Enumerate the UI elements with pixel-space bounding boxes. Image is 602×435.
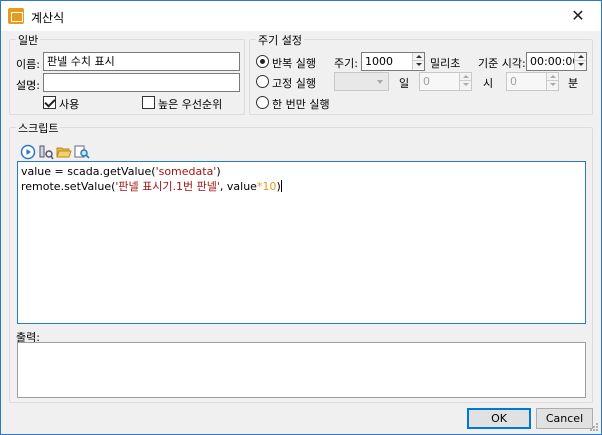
dialog-window: 계산식 ✕ 일반 이름: 판넬 수치 표시 설명: 사용 높은 우선순위 주기 …: [0, 0, 602, 435]
use-checkbox[interactable]: [43, 96, 56, 109]
text-cursor: [280, 180, 282, 192]
script-legend: 스크립트: [16, 120, 61, 136]
hour-unit-label: 시: [483, 77, 494, 90]
window-title: 계산식: [31, 11, 65, 25]
general-legend: 일반: [16, 32, 41, 48]
schedule-legend: 주기 설정: [256, 32, 304, 48]
chevron-down-icon: [377, 80, 383, 84]
script-editor[interactable]: value = scada.getValue('somedata') remot…: [17, 161, 586, 324]
hour-stepper[interactable]: 0: [506, 72, 559, 91]
once-label: 한 번만 실행: [272, 98, 330, 111]
close-button[interactable]: ✕: [555, 1, 601, 31]
title-bar: 계산식 ✕: [1, 1, 601, 31]
period-unit-label: 밀리초: [430, 57, 461, 70]
minute-unit-label: 분: [568, 77, 579, 90]
day-value: 0: [423, 75, 430, 88]
code-line-1: value = scada.getValue('somedata'): [21, 165, 221, 178]
period-up-button[interactable]: [413, 53, 424, 61]
period-value: 1000: [365, 55, 393, 68]
search-replace-icon[interactable]: [74, 144, 90, 160]
output-area[interactable]: [17, 342, 586, 398]
base-time-label: 기준 시각:: [478, 57, 526, 70]
base-time-value: 00:00:00: [530, 55, 580, 68]
period-down-button[interactable]: [413, 61, 424, 69]
day-stepper[interactable]: 0: [419, 72, 472, 91]
hour-value: 0: [510, 75, 517, 88]
period-stepper[interactable]: 1000: [361, 52, 425, 71]
day-unit-label: 일: [399, 77, 410, 90]
repeat-radio[interactable]: [256, 55, 269, 68]
repeat-label: 반복 실행: [272, 57, 316, 70]
use-label: 사용: [59, 98, 80, 111]
base-time-down-button[interactable]: [575, 61, 586, 69]
cancel-button[interactable]: Cancel: [536, 408, 593, 429]
code-line-2: remote.setValue('판넬 표시기.1번 판넬', value*10…: [21, 180, 282, 193]
fixed-label: 고정 실행: [272, 77, 316, 90]
resize-grip-icon[interactable]: [589, 422, 599, 432]
ok-button[interactable]: OK: [467, 408, 531, 429]
fixed-radio[interactable]: [256, 75, 269, 88]
high-priority-label: 높은 우선순위: [158, 98, 223, 111]
base-time-stepper[interactable]: 00:00:00: [526, 52, 587, 71]
app-icon: [8, 8, 24, 24]
base-time-up-button[interactable]: [575, 53, 586, 61]
open-folder-icon[interactable]: [56, 144, 72, 160]
run-icon[interactable]: [20, 144, 36, 160]
find-icon[interactable]: [38, 144, 54, 160]
description-label: 설명:: [16, 79, 40, 92]
once-radio[interactable]: [256, 96, 269, 109]
period-label: 주기:: [334, 57, 358, 70]
fixed-mode-dropdown[interactable]: [334, 72, 389, 91]
name-field[interactable]: 판넬 수치 표시: [43, 52, 240, 71]
description-field[interactable]: [43, 73, 240, 92]
name-label: 이름:: [16, 58, 40, 71]
high-priority-checkbox[interactable]: [142, 96, 155, 109]
